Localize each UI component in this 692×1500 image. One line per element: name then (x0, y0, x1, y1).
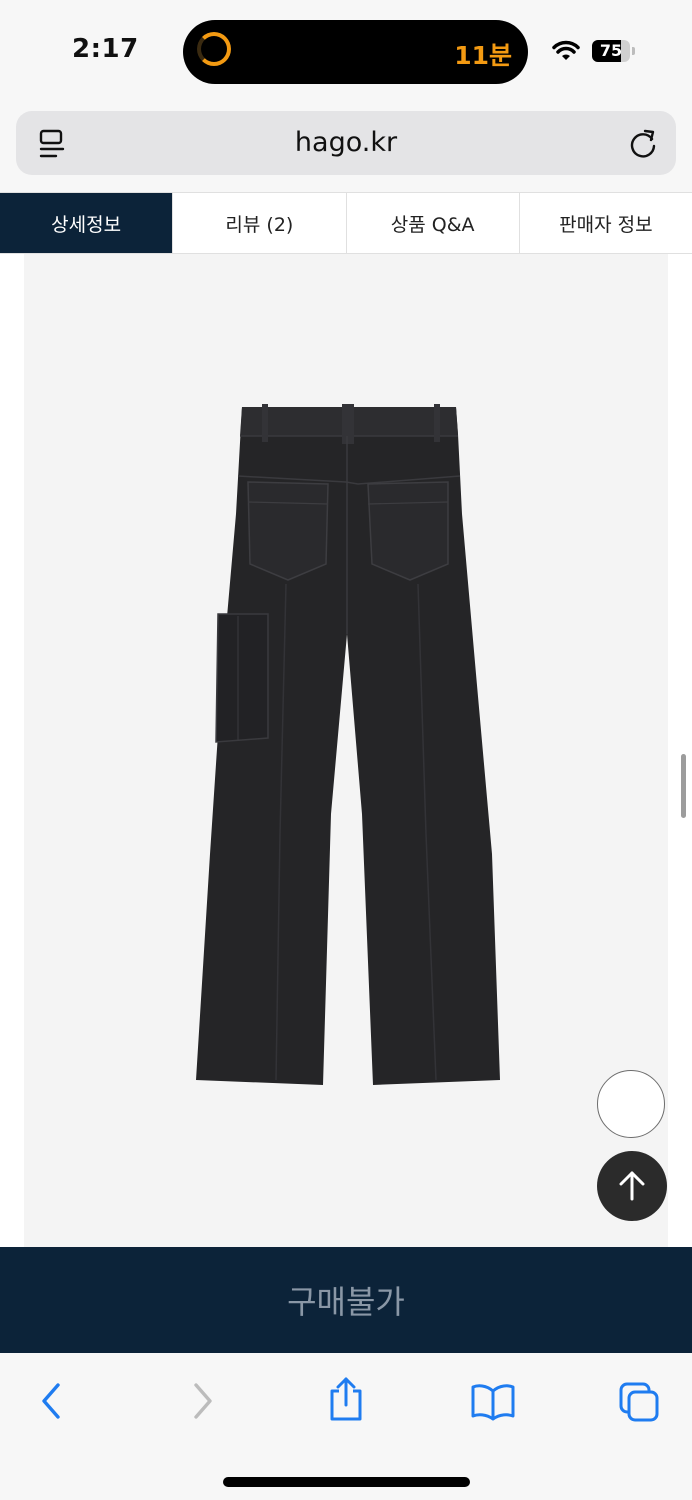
tab-seller-info[interactable]: 판매자 정보 (520, 193, 692, 253)
product-image-area (24, 254, 668, 1247)
reload-icon[interactable] (628, 127, 658, 159)
dynamic-island[interactable]: 11분 (183, 20, 528, 84)
timer-text: 11분 (454, 41, 512, 70)
forward-icon[interactable] (186, 1381, 218, 1421)
floating-blank-button[interactable] (597, 1070, 665, 1138)
bookmarks-icon[interactable] (470, 1383, 516, 1421)
url-text: hago.kr (294, 127, 398, 158)
share-icon[interactable] (326, 1375, 366, 1423)
timer-icon (197, 32, 231, 66)
scroll-indicator[interactable] (681, 754, 686, 818)
browser-toolbar (0, 1353, 692, 1500)
status-bar: 2:17 11분 75 (0, 0, 692, 100)
status-time: 2:17 (72, 34, 139, 64)
product-image (196, 404, 500, 1085)
battery-level: 75 (599, 41, 623, 60)
scroll-to-top-button[interactable] (597, 1151, 667, 1221)
tab-details[interactable]: 상세정보 (0, 193, 174, 253)
browser-address-area: hago.kr (0, 100, 692, 192)
product-detail-content (0, 254, 692, 1247)
arrow-up-icon (619, 1171, 645, 1201)
tab-qna[interactable]: 상품 Q&A (347, 193, 520, 253)
tabs-icon[interactable] (618, 1381, 660, 1423)
battery-icon: 75 (592, 40, 630, 62)
purchase-button[interactable]: 구매불가 (0, 1247, 692, 1353)
tab-reviews[interactable]: 리뷰 (2) (173, 193, 347, 253)
wifi-icon (552, 40, 580, 60)
purchase-button-label: 구매불가 (287, 1283, 405, 1321)
address-bar[interactable]: hago.kr (16, 111, 676, 175)
back-icon[interactable] (36, 1381, 68, 1421)
home-indicator (223, 1477, 470, 1487)
product-tabs: 상세정보 리뷰 (2) 상품 Q&A 판매자 정보 (0, 192, 692, 254)
